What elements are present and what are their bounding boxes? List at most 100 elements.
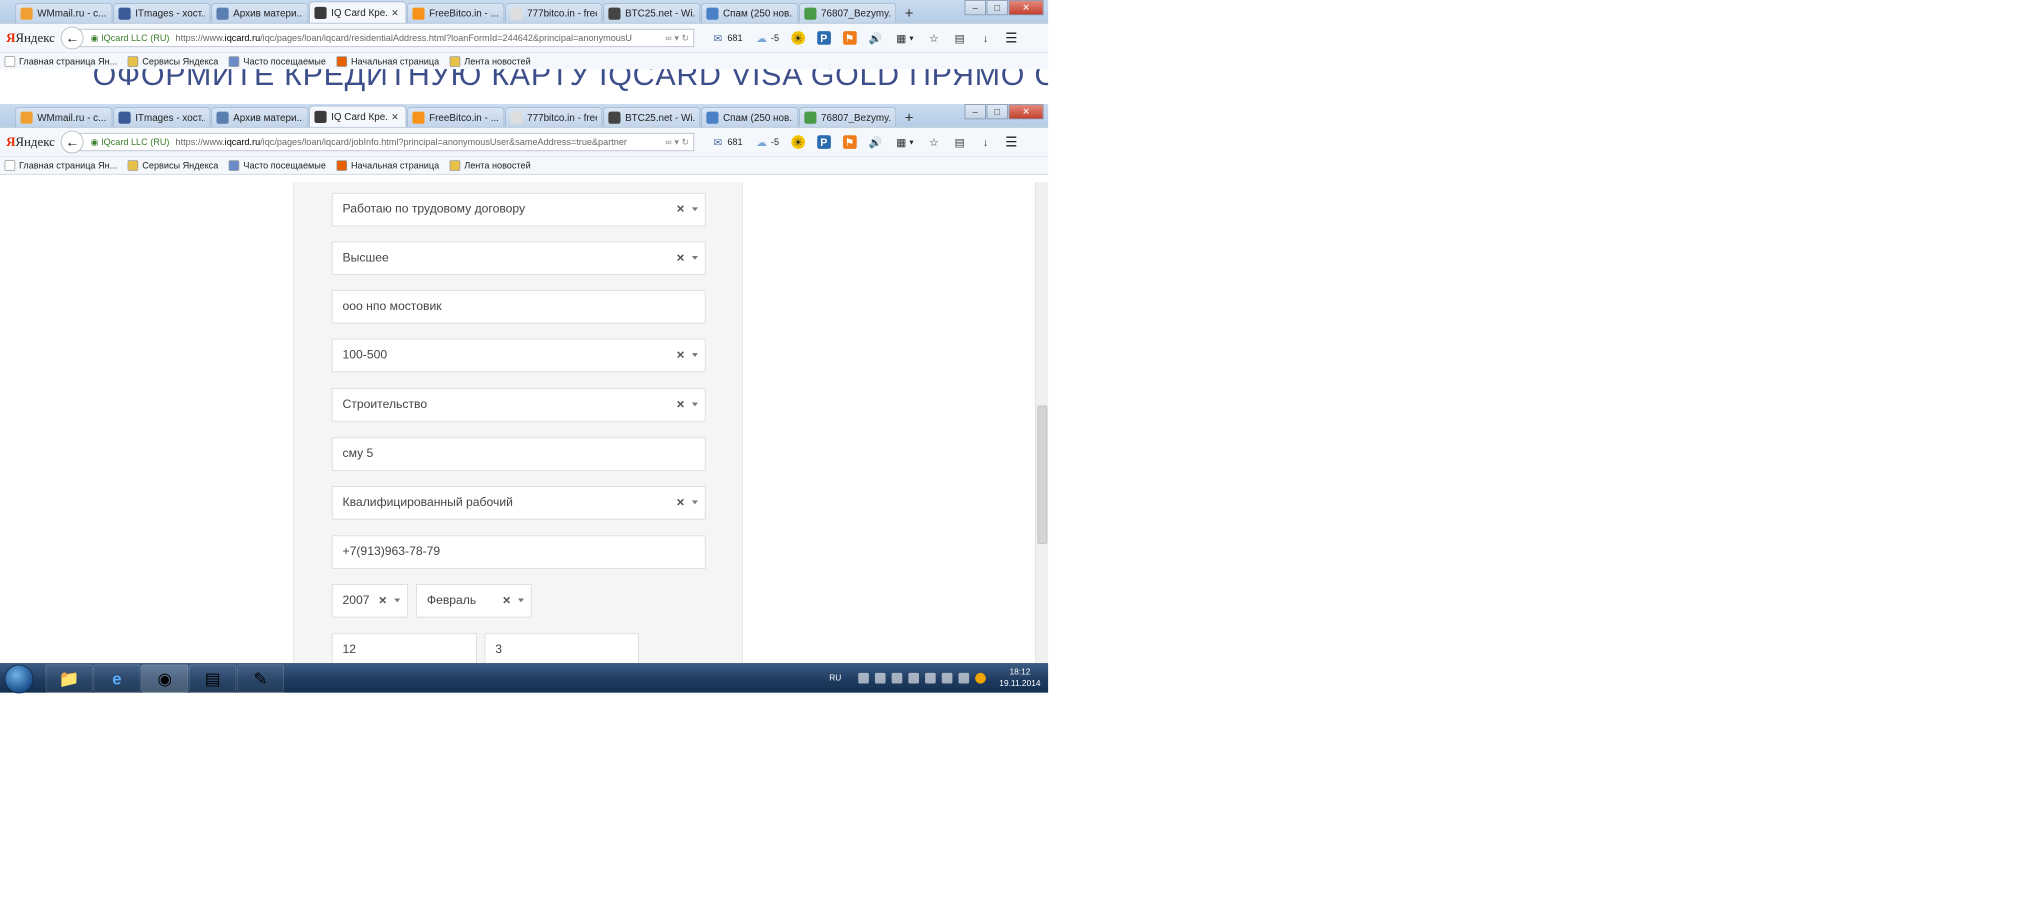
tab-blank-page[interactable]: 777bitco.in - free bi... xyxy=(505,107,603,127)
address-bar[interactable]: ◉ IQcard LLC (RU) https://www.iqcard.ru/… xyxy=(79,28,695,48)
maximize-button[interactable]: □ xyxy=(986,0,1008,16)
tab-btc25[interactable]: BTC25.net - Wi... xyxy=(603,107,701,127)
start-month-select[interactable]: Февраль ✕ xyxy=(416,584,532,618)
tab-btc25[interactable]: BTC25.net - Wi... xyxy=(603,3,701,23)
dropdown-arrow-icon[interactable] xyxy=(691,402,698,407)
site-identity[interactable]: ◉ IQcard LLC (RU) xyxy=(91,33,170,44)
clear-icon[interactable]: ✕ xyxy=(676,398,685,411)
yandex-logo[interactable]: ЯЯндекс xyxy=(6,134,55,149)
paint-taskbar-icon[interactable]: ✎ xyxy=(236,664,285,693)
language-indicator[interactable]: RU xyxy=(829,673,841,682)
speaker-icon[interactable]: 🔊 xyxy=(869,135,883,149)
scrollbar-thumb[interactable] xyxy=(1037,405,1048,544)
tab-itmages[interactable]: ITmages - хост... xyxy=(113,3,211,23)
dropdown-arrow-icon[interactable] xyxy=(691,353,698,357)
internet-explorer-taskbar-icon[interactable]: e xyxy=(93,664,141,693)
site-identity[interactable]: ◉ IQcard LLC (RU) xyxy=(91,137,170,148)
tab-archive[interactable]: Архив матери... xyxy=(211,3,309,23)
clear-icon[interactable]: ✕ xyxy=(676,203,685,216)
clear-icon[interactable]: ✕ xyxy=(676,251,685,264)
star-icon[interactable]: ☆ xyxy=(927,135,941,149)
p-addon-icon[interactable]: P xyxy=(816,135,831,149)
orange-addon-icon[interactable]: ⚑ xyxy=(842,31,857,45)
reader-icon[interactable]: ∞ ▾ ↻ xyxy=(661,33,694,44)
maximize-button[interactable]: □ xyxy=(986,104,1008,120)
tab-bitcoin[interactable]: FreeBitco.in - ... xyxy=(407,3,505,23)
display-tray-icon[interactable] xyxy=(924,672,936,684)
weather-widget[interactable]: ☁ -5 xyxy=(755,31,779,45)
tab-mail[interactable]: Спам (250 нов... xyxy=(701,3,799,23)
start-year-select[interactable]: 2007 ✕ xyxy=(331,584,408,618)
minimize-button[interactable]: – xyxy=(964,104,986,120)
dropdown-arrow-icon[interactable] xyxy=(394,598,401,603)
firefox-taskbar-icon[interactable]: ◉ xyxy=(141,664,189,693)
work-phone-input[interactable]: +7(913)963-78-79 xyxy=(331,535,706,569)
sync-tray-icon[interactable] xyxy=(891,672,903,684)
mail-widget[interactable]: ✉ 681 xyxy=(711,135,742,149)
clear-icon[interactable]: ✕ xyxy=(502,594,511,607)
notepad-taskbar-icon[interactable]: ▤ xyxy=(189,664,237,693)
close-tab-icon[interactable]: ✕ xyxy=(389,6,401,18)
clear-icon[interactable]: ✕ xyxy=(378,594,387,607)
download-icon[interactable]: ↓ xyxy=(979,31,993,45)
bookmark-item[interactable]: Начальная страница xyxy=(336,160,439,171)
bookmark-item[interactable]: Главная страница Ян... xyxy=(4,160,118,171)
menu-icon[interactable]: ☰ xyxy=(1005,134,1019,149)
tab-iqcard[interactable]: IQ Card Кре... ✕ xyxy=(309,1,407,23)
yandex-logo[interactable]: ЯЯндекс xyxy=(6,30,55,45)
address-bar[interactable]: ◉ IQcard LLC (RU) https://www.iqcard.ru/… xyxy=(79,132,695,152)
network-tray-icon[interactable] xyxy=(858,672,869,684)
mail-widget[interactable]: ✉ 681 xyxy=(711,31,742,45)
tab-blank-page[interactable]: 777bitco.in - free bi... xyxy=(505,3,603,23)
vertical-scrollbar[interactable] xyxy=(1035,182,1049,664)
close-window-button[interactable]: ✕ xyxy=(1008,0,1044,16)
security-tray-icon[interactable] xyxy=(874,672,886,684)
bookmark-item[interactable]: Сервисы Яндекса xyxy=(127,160,218,171)
new-tab-button[interactable]: + xyxy=(900,5,918,23)
flag-tray-icon[interactable] xyxy=(908,672,919,684)
tab-archive[interactable]: Архив матери... xyxy=(211,107,309,127)
experience-years-input[interactable]: 12 xyxy=(331,633,477,667)
tab-bitcoin[interactable]: FreeBitco.in - ... xyxy=(407,107,505,127)
menu-icon[interactable]: ☰ xyxy=(1005,30,1019,45)
explorer-taskbar-icon[interactable]: 📁 xyxy=(45,664,93,693)
minimize-button[interactable]: – xyxy=(964,0,986,16)
bookmark-item[interactable]: Часто посещаемые xyxy=(228,56,326,67)
close-tab-icon[interactable]: ✕ xyxy=(389,111,401,123)
dropdown-arrow-icon[interactable] xyxy=(691,207,698,212)
tab-iqcard[interactable]: IQ Card Кре... ✕ xyxy=(309,105,407,127)
update-tray-icon[interactable] xyxy=(975,672,986,684)
p-addon-icon[interactable]: P xyxy=(816,31,831,45)
clear-icon[interactable]: ✕ xyxy=(676,496,685,509)
new-tab-button[interactable]: + xyxy=(900,109,918,127)
dropdown-arrow-icon[interactable] xyxy=(691,255,698,260)
speaker-icon[interactable]: 🔊 xyxy=(869,31,883,45)
orange-addon-icon[interactable]: ⚑ xyxy=(842,135,857,149)
tab-wmmail[interactable]: WMmail.ru - с... xyxy=(15,3,113,23)
department-input[interactable]: сму 5 xyxy=(331,437,706,471)
weather-widget[interactable]: ☁ -5 xyxy=(755,135,779,149)
yandex-widget-icon[interactable]: ☀ xyxy=(791,31,805,45)
dropdown-arrow-icon[interactable] xyxy=(691,500,698,505)
company-name-input[interactable]: ооо нпо мостовик xyxy=(331,290,706,324)
clipboard-icon[interactable]: ▤ xyxy=(953,31,967,45)
volume-tray-icon[interactable] xyxy=(941,672,953,684)
company-size-select[interactable]: 100-500 ✕ xyxy=(331,338,706,373)
tab-image[interactable]: 76807_Bezymy... xyxy=(798,3,897,23)
yandex-widget-icon[interactable]: ☀ xyxy=(791,135,805,149)
education-select[interactable]: Высшее ✕ xyxy=(331,241,706,275)
clear-icon[interactable]: ✕ xyxy=(676,349,685,362)
dropdown-arrow-icon[interactable] xyxy=(517,598,525,603)
bookmark-item[interactable]: Часто посещаемые xyxy=(228,160,326,171)
bookmark-item[interactable]: Лента новостей xyxy=(449,56,531,67)
bookmark-item[interactable]: Начальная страница xyxy=(336,56,439,67)
battery-tray-icon[interactable] xyxy=(958,672,969,684)
clock[interactable]: 18:12 19.11.2014 xyxy=(999,666,1040,689)
close-window-button[interactable]: ✕ xyxy=(1008,104,1044,120)
experience-months-input[interactable]: 3 xyxy=(484,633,639,667)
clipboard-icon[interactable]: ▤ xyxy=(953,135,967,149)
employment-type-select[interactable]: Работаю по трудовому договору ✕ xyxy=(331,192,706,227)
bookmark-item[interactable]: Сервисы Яндекса xyxy=(127,56,218,67)
screenshot-addon-icon[interactable]: ▦ xyxy=(894,135,908,149)
tab-mail[interactable]: Спам (250 нов... xyxy=(701,107,799,127)
